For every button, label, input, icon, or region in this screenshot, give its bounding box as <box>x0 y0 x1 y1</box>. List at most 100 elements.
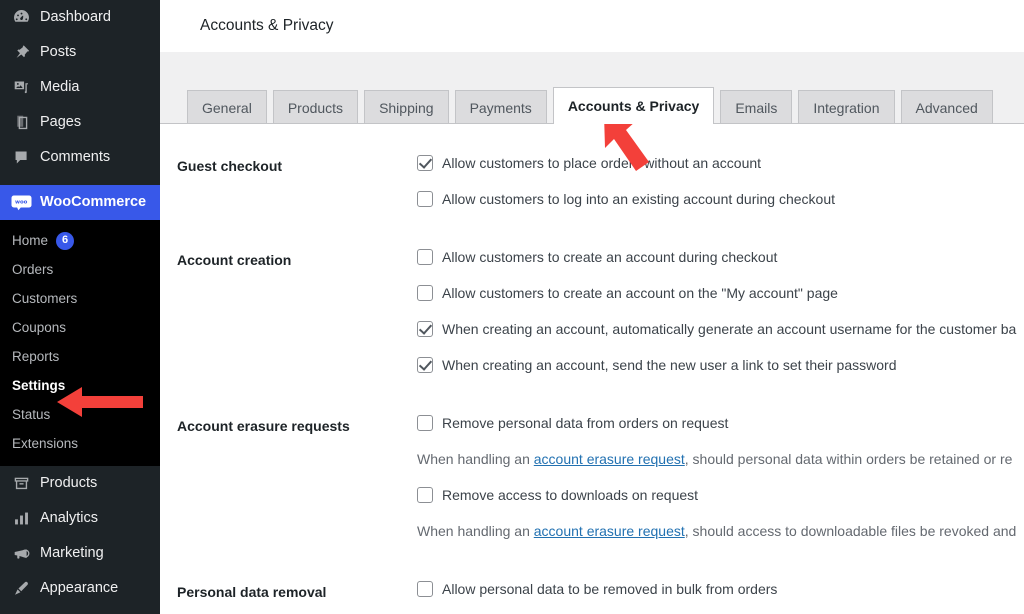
section-account-erasure-requests: Account erasure requests Remove personal… <box>160 410 1024 556</box>
sidebar-item-analytics[interactable]: Analytics <box>0 501 160 536</box>
submenu-item-label: Home <box>12 233 49 248</box>
checkbox-remove-access-to-downloads[interactable] <box>417 487 433 503</box>
field-label: Allow customers to place orders without … <box>442 155 762 171</box>
field-remove-personal-data-from-orders[interactable]: Remove personal data from orders on requ… <box>417 412 1024 448</box>
field-label: Allow personal data to be removed in bul… <box>442 581 778 597</box>
pin-icon <box>10 43 32 63</box>
checkbox-allow-guest-orders[interactable] <box>417 155 433 171</box>
media-icon <box>10 78 32 98</box>
field-allow-guest-orders[interactable]: Allow customers to place orders without … <box>417 152 1024 188</box>
submenu-item-label: Status <box>12 407 51 422</box>
description-remove-access-downloads: When handling an account erasure request… <box>417 520 1024 556</box>
analytics-icon <box>10 509 32 529</box>
sidebar-item-appearance[interactable]: Appearance <box>0 571 160 606</box>
checkbox-auto-generate-username[interactable] <box>417 321 433 337</box>
section-label: Personal data removal <box>177 584 327 600</box>
sidebar-item-dashboard[interactable]: Dashboard <box>0 0 160 35</box>
sidebar-item-label: Pages <box>40 114 82 131</box>
sidebar-separator <box>0 175 160 185</box>
tab-advanced[interactable]: Advanced <box>900 90 993 124</box>
products-icon <box>10 474 32 494</box>
submenu-item-label: Settings <box>12 378 66 393</box>
sidebar-item-label: Marketing <box>40 545 104 562</box>
field-send-password-set-link[interactable]: When creating an account, send the new u… <box>417 354 1024 390</box>
section-fields: Allow customers to place orders without … <box>417 150 1024 224</box>
section-account-creation: Account creation Allow customers to crea… <box>160 244 1024 390</box>
field-bulk-remove-personal-data[interactable]: Allow personal data to be removed in bul… <box>417 578 1024 614</box>
woocommerce-icon: woo <box>10 193 32 213</box>
submenu-item-coupons[interactable]: Coupons <box>0 313 160 342</box>
sidebar-item-comments[interactable]: Comments <box>0 140 160 175</box>
submenu-item-home[interactable]: Home 6 <box>0 226 160 255</box>
settings-panel: Guest checkout Allow customers to place … <box>160 123 1024 614</box>
checkbox-send-password-set-link[interactable] <box>417 357 433 373</box>
sidebar-item-woocommerce[interactable]: woo WooCommerce <box>0 185 160 220</box>
field-label: When creating an account, send the new u… <box>442 357 897 373</box>
page-header: Accounts & Privacy <box>160 0 1024 52</box>
sidebar-item-pages[interactable]: Pages <box>0 105 160 140</box>
sidebar-item-products[interactable]: Products <box>0 466 160 501</box>
field-allow-login-during-checkout[interactable]: Allow customers to log into an existing … <box>417 188 1024 224</box>
brush-icon <box>10 579 32 599</box>
tab-general[interactable]: General <box>187 90 267 124</box>
woocommerce-submenu: Home 6 Orders Customers Coupons Reports … <box>0 220 160 466</box>
field-create-account-my-account-page[interactable]: Allow customers to create an account on … <box>417 282 1024 318</box>
field-label: Allow customers to create an account dur… <box>442 249 778 265</box>
submenu-item-label: Extensions <box>12 436 79 451</box>
sidebar-item-media[interactable]: Media <box>0 70 160 105</box>
tab-payments[interactable]: Payments <box>454 90 547 124</box>
home-badge-count: 6 <box>56 231 75 250</box>
submenu-item-settings[interactable]: Settings <box>0 371 160 400</box>
sidebar-item-label: Dashboard <box>40 9 111 26</box>
sidebar-item-label: Analytics <box>40 510 99 527</box>
dashboard-icon <box>10 8 32 28</box>
sidebar-item-label: Media <box>40 79 80 96</box>
megaphone-icon <box>10 544 32 564</box>
field-label: Remove access to downloads on request <box>442 487 699 503</box>
checkbox-create-account-during-checkout[interactable] <box>417 249 433 265</box>
tab-emails[interactable]: Emails <box>720 90 793 124</box>
tab-accounts-privacy[interactable]: Accounts & Privacy <box>552 87 715 124</box>
field-label: Remove personal data from orders on requ… <box>442 415 729 431</box>
comments-icon <box>10 148 32 168</box>
section-label: Guest checkout <box>177 158 283 174</box>
submenu-item-label: Reports <box>12 349 60 364</box>
tab-products[interactable]: Products <box>272 90 359 124</box>
section-label: Account erasure requests <box>177 418 350 434</box>
submenu-item-extensions[interactable]: Extensions <box>0 429 160 458</box>
field-remove-access-to-downloads[interactable]: Remove access to downloads on request <box>417 484 1024 520</box>
sidebar-item-posts[interactable]: Posts <box>0 35 160 70</box>
submenu-item-label: Orders <box>12 262 54 277</box>
description-text-after: , should personal data within orders be … <box>684 451 1013 467</box>
tab-integration[interactable]: Integration <box>798 90 895 124</box>
submenu-item-label: Customers <box>12 291 78 306</box>
section-label: Account creation <box>177 252 292 268</box>
section-fields: Allow customers to create an account dur… <box>417 244 1024 390</box>
sidebar-item-marketing[interactable]: Marketing <box>0 536 160 571</box>
field-create-account-during-checkout[interactable]: Allow customers to create an account dur… <box>417 246 1024 282</box>
checkbox-bulk-remove-personal-data[interactable] <box>417 581 433 597</box>
section-guest-checkout: Guest checkout Allow customers to place … <box>160 150 1024 224</box>
submenu-item-reports[interactable]: Reports <box>0 342 160 371</box>
section-personal-data-removal: Personal data removal Allow personal dat… <box>160 576 1024 614</box>
description-text-before: When handling an <box>417 523 534 539</box>
field-auto-generate-username[interactable]: When creating an account, automatically … <box>417 318 1024 354</box>
submenu-item-customers[interactable]: Customers <box>0 284 160 313</box>
account-erasure-request-link[interactable]: account erasure request <box>534 451 685 467</box>
tab-shipping[interactable]: Shipping <box>364 90 449 124</box>
settings-tab-bar: General Products Shipping Payments Accou… <box>160 87 1024 124</box>
description-remove-personal-data: When handling an account erasure request… <box>417 448 1024 484</box>
admin-sidebar: Dashboard Posts Media Pages Comments woo… <box>0 0 160 614</box>
sidebar-item-label: WooCommerce <box>40 194 147 211</box>
sidebar-item-label: Posts <box>40 44 77 61</box>
account-erasure-request-link[interactable]: account erasure request <box>534 523 685 539</box>
checkbox-create-account-my-account-page[interactable] <box>417 285 433 301</box>
description-text-after: , should access to downloadable files be… <box>684 523 1017 539</box>
submenu-item-orders[interactable]: Orders <box>0 255 160 284</box>
section-fields: Allow personal data to be removed in bul… <box>417 576 1024 614</box>
checkbox-remove-personal-data-from-orders[interactable] <box>417 415 433 431</box>
field-label: Allow customers to create an account on … <box>442 285 838 301</box>
checkbox-allow-login-during-checkout[interactable] <box>417 191 433 207</box>
submenu-item-label: Coupons <box>12 320 67 335</box>
submenu-item-status[interactable]: Status <box>0 400 160 429</box>
